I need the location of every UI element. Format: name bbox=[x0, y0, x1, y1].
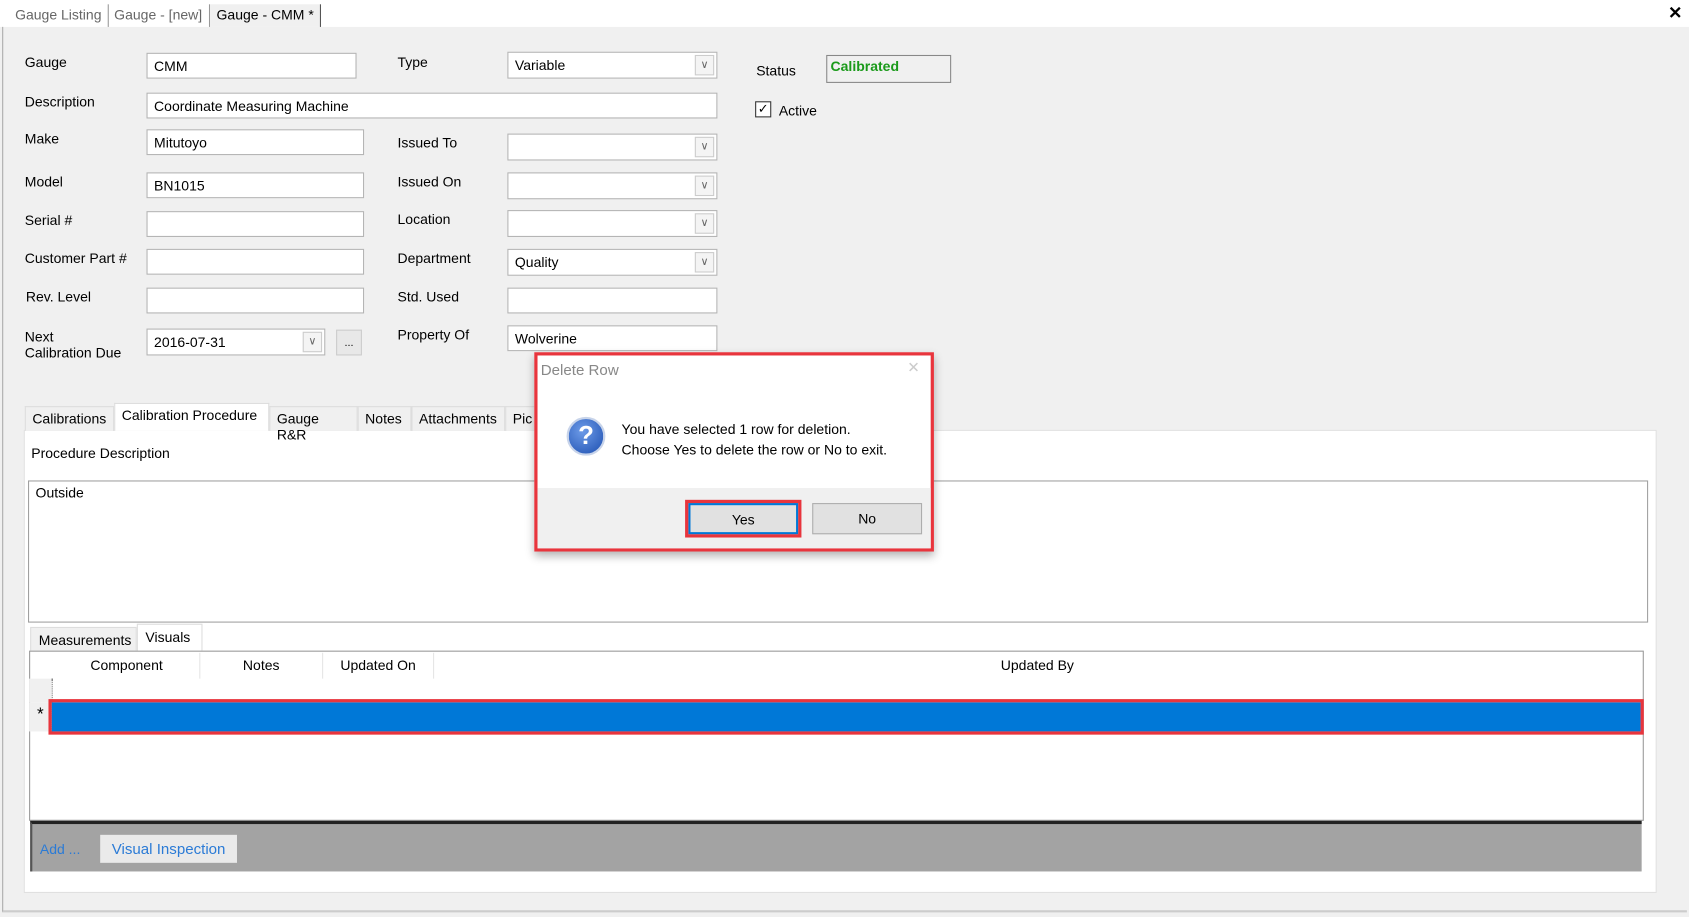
close-icon[interactable]: ✕ bbox=[1668, 2, 1682, 24]
gauge-input[interactable]: CMM bbox=[146, 52, 357, 79]
row-header[interactable] bbox=[29, 678, 53, 703]
description-label: Description bbox=[24, 93, 95, 110]
column-header-updated-on[interactable]: Updated On bbox=[323, 652, 435, 679]
serial-input[interactable] bbox=[146, 211, 365, 237]
subtab-visuals[interactable]: Visuals bbox=[136, 623, 203, 652]
add-link[interactable]: Add ... bbox=[40, 841, 80, 857]
serial-label: Serial # bbox=[24, 212, 73, 229]
visual-inspection-button[interactable]: Visual Inspection bbox=[100, 834, 237, 863]
type-combo[interactable]: Variable ∨ bbox=[507, 51, 718, 79]
doc-tab-gauge-listing[interactable]: Gauge Listing bbox=[9, 4, 110, 27]
next-cal-value: 2016-07-31 bbox=[154, 333, 226, 351]
next-cal-date-picker[interactable]: 2016-07-31 ∨ bbox=[146, 328, 326, 356]
grid-toolbar bbox=[30, 820, 1642, 872]
dialog-title: Delete Row bbox=[540, 360, 619, 379]
status-badge: Calibrated bbox=[826, 54, 952, 83]
procedure-description-label: Procedure Description bbox=[31, 444, 170, 462]
question-icon: ? bbox=[566, 416, 606, 456]
customer-part-label: Customer Part # bbox=[24, 249, 127, 267]
department-combo[interactable]: Quality ∨ bbox=[507, 248, 718, 276]
property-of-input[interactable]: Wolverine bbox=[507, 325, 718, 352]
tab-calibration-procedure[interactable]: Calibration Procedure bbox=[114, 402, 270, 431]
active-checkbox[interactable]: ✓ bbox=[755, 101, 772, 118]
selected-new-row[interactable] bbox=[48, 699, 1644, 735]
make-label: Make bbox=[24, 130, 60, 147]
active-label: Active bbox=[778, 102, 817, 119]
tab-attachments[interactable]: Attachments bbox=[411, 406, 506, 431]
tab-notes[interactable]: Notes bbox=[357, 406, 412, 431]
location-label: Location bbox=[397, 211, 451, 228]
chevron-down-icon[interactable]: ∨ bbox=[694, 213, 715, 234]
doc-tab-gauge-new[interactable]: Gauge - [new] bbox=[108, 4, 210, 27]
issued-to-label: Issued To bbox=[397, 134, 458, 151]
dialog-footer: Yes No bbox=[537, 487, 931, 549]
dialog-message-line1: You have selected 1 row for deletion. bbox=[621, 421, 851, 438]
rev-level-label: Rev. Level bbox=[25, 288, 91, 305]
next-cal-label-line1: Next bbox=[24, 328, 54, 345]
dialog-message: You have selected 1 row for deletion. Ch… bbox=[622, 419, 887, 460]
ellipsis-button[interactable]: ... bbox=[336, 329, 362, 356]
status-label: Status bbox=[756, 62, 796, 79]
gauge-label: Gauge bbox=[24, 53, 67, 71]
type-label: Type bbox=[397, 53, 428, 71]
location-combo[interactable]: ∨ bbox=[507, 210, 718, 237]
column-header-component[interactable]: Component bbox=[54, 652, 201, 679]
chevron-down-icon[interactable]: ∨ bbox=[694, 252, 715, 273]
document-tab-bar: Gauge Listing Gauge - [new] Gauge - CMM … bbox=[0, 0, 1689, 27]
description-input[interactable]: Coordinate Measuring Machine bbox=[146, 92, 718, 119]
std-used-input[interactable] bbox=[507, 287, 718, 314]
doc-tab-gauge-cmm[interactable]: Gauge - CMM * bbox=[210, 4, 322, 27]
std-used-label: Std. Used bbox=[397, 288, 459, 305]
customer-part-input[interactable] bbox=[146, 248, 365, 275]
next-cal-label-line2: Calibration Due bbox=[24, 344, 122, 361]
new-row-marker[interactable]: * bbox=[29, 702, 53, 732]
column-header-updated-by[interactable]: Updated By bbox=[434, 653, 1640, 679]
chevron-down-icon[interactable]: ∨ bbox=[694, 136, 715, 158]
column-header-notes[interactable]: Notes bbox=[200, 652, 324, 679]
yes-button[interactable]: Yes bbox=[685, 499, 802, 538]
subtab-measurements[interactable]: Measurements bbox=[30, 626, 137, 652]
model-label: Model bbox=[24, 173, 63, 190]
tab-calibrations[interactable]: Calibrations bbox=[24, 406, 115, 431]
make-input[interactable]: Mitutoyo bbox=[146, 129, 365, 156]
dialog-message-line2: Choose Yes to delete the row or No to ex… bbox=[621, 441, 888, 458]
rev-level-input[interactable] bbox=[146, 287, 365, 314]
no-button[interactable]: No bbox=[812, 503, 923, 535]
model-input[interactable]: BN1015 bbox=[146, 172, 365, 199]
type-value: Variable bbox=[514, 57, 566, 74]
issued-to-combo[interactable]: ∨ bbox=[507, 133, 718, 161]
issued-on-label: Issued On bbox=[397, 173, 462, 190]
property-of-label: Property Of bbox=[397, 326, 470, 343]
chevron-down-icon[interactable]: ∨ bbox=[694, 54, 715, 76]
department-value: Quality bbox=[514, 254, 559, 271]
tab-gauge-rr[interactable]: Gauge R&R bbox=[269, 406, 358, 443]
chevron-down-icon[interactable]: ∨ bbox=[694, 175, 715, 197]
delete-row-dialog: Delete Row ✕ ? You have selected 1 row f… bbox=[534, 352, 934, 552]
issued-on-combo[interactable]: ∨ bbox=[507, 172, 718, 200]
dialog-close-icon[interactable]: ✕ bbox=[907, 359, 920, 377]
department-label: Department bbox=[397, 249, 471, 267]
chevron-down-icon[interactable]: ∨ bbox=[302, 331, 323, 353]
